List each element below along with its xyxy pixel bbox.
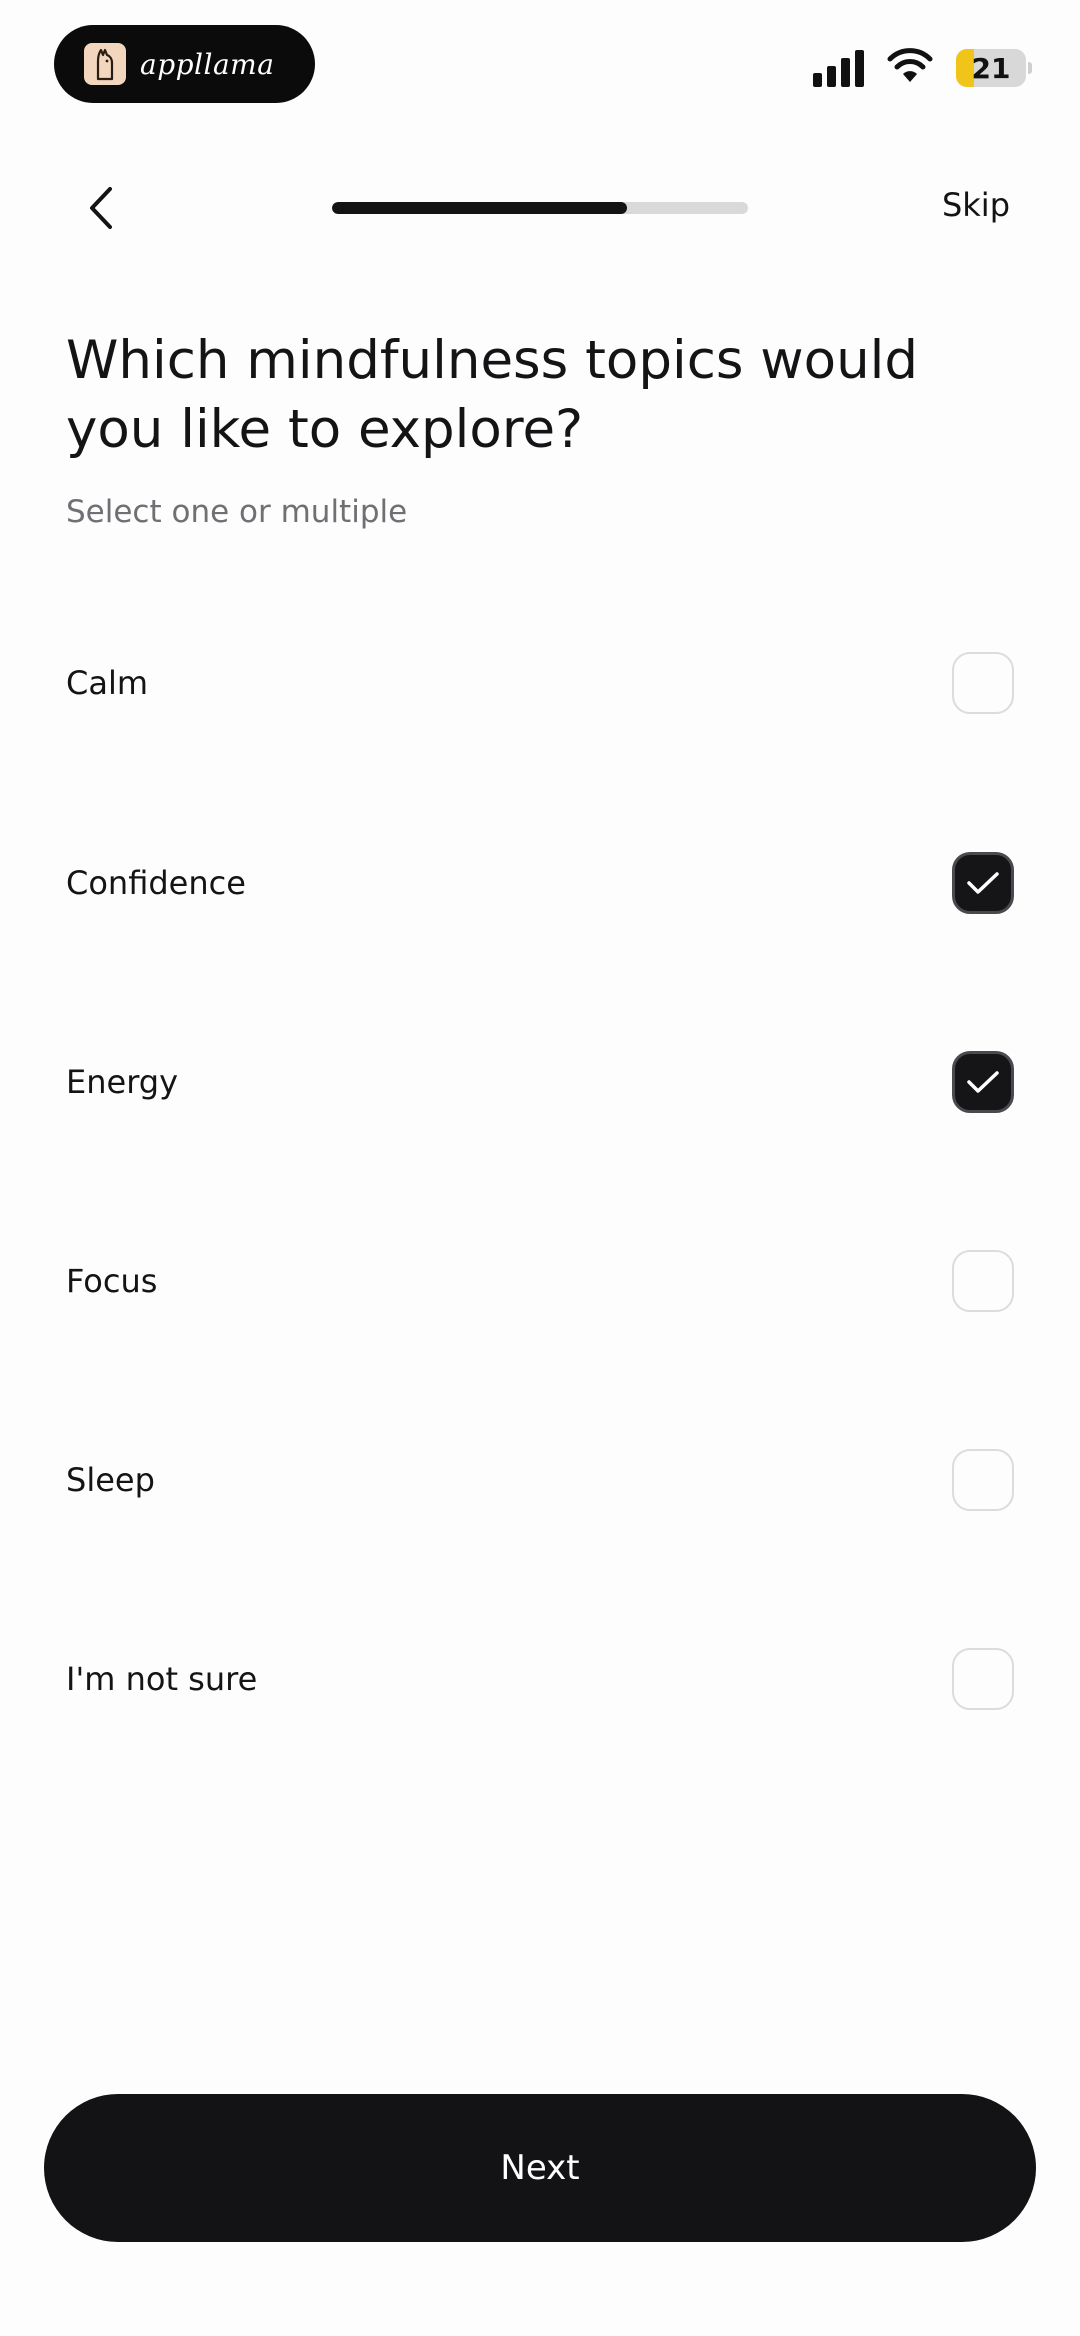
checkbox[interactable] [952,1449,1014,1511]
cellular-signal-icon [813,49,864,87]
option-confidence[interactable]: Confidence [0,823,1080,943]
checkbox[interactable] [952,852,1014,914]
app-name: appllama [140,47,275,81]
next-button[interactable]: Next [44,2094,1036,2242]
checkbox[interactable] [952,652,1014,714]
battery-icon: 21 [956,49,1026,87]
status-icons: 21 [813,48,1032,88]
app-badge: appllama [54,25,315,103]
checkbox[interactable] [952,1051,1014,1113]
option-label: Confidence [66,864,246,902]
option-calm[interactable]: Calm [0,623,1080,743]
option-label: I'm not sure [66,1660,258,1698]
skip-button[interactable]: Skip [942,186,1010,224]
checkbox[interactable] [952,1648,1014,1710]
option-label: Focus [66,1262,158,1300]
page-title: Which mindfulness topics would you like … [66,330,919,460]
next-button-label: Next [500,2148,580,2188]
option-focus[interactable]: Focus [0,1221,1080,1341]
option-label: Calm [66,664,149,702]
option-label: Sleep [66,1461,155,1499]
back-button[interactable] [76,180,126,236]
option-not-sure[interactable]: I'm not sure [0,1619,1080,1739]
battery-tip [1028,62,1032,74]
onboarding-screen: appllama 21 Skip Which mindfulness topic… [0,0,1080,2336]
option-energy[interactable]: Energy [0,1022,1080,1142]
option-label: Energy [66,1063,179,1101]
wifi-icon [886,48,934,88]
checkmark-icon [967,872,999,894]
option-sleep[interactable]: Sleep [0,1420,1080,1540]
checkmark-icon [967,1071,999,1093]
checkbox[interactable] [952,1250,1014,1312]
page-subtitle: Select one or multiple [66,494,408,530]
llama-logo-icon [84,43,126,85]
progress-fill [332,202,628,214]
onboarding-progress-bar [332,202,748,214]
chevron-left-icon [90,187,112,229]
battery-level: 21 [971,51,1011,85]
